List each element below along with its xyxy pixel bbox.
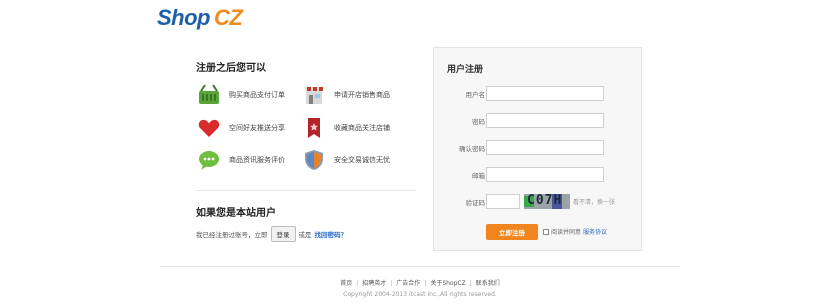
benefit-text: 申请开店销售商品 [334,91,390,99]
register-panel: 用户注册 用户名 密码 确认密码 邮箱 验证码 C07H 看不清，换一张 立即注… [433,47,642,251]
section-divider [196,190,416,191]
captcha-input[interactable] [486,194,520,209]
benefit-item-review: 商品资讯服务评价 [197,148,285,172]
member-login-line: 我已经注册过账号，立即 登录 或是 找回密码？ [196,226,347,242]
agree-checkbox[interactable] [543,228,549,235]
footer-divider [160,266,680,267]
password-row: 密码 [434,113,643,129]
captcha-image-text: C07H [527,194,563,208]
benefit-text: 空间好友推送分享 [229,124,285,132]
username-label: 用户名 [465,91,486,99]
member-prefix-text: 我已经注册过账号，立即 [196,231,268,239]
footer-link-jobs[interactable]: 招聘英才 [362,280,386,287]
captcha-refresh-link[interactable]: 看不清，换一张 [573,197,615,206]
register-title: 用户注册 [447,65,484,75]
benefit-text: 商品资讯服务评价 [229,156,285,164]
member-middle-text: 或是 [298,231,312,239]
chat-icon [199,151,219,170]
confirm-password-input[interactable] [486,140,604,155]
agree-terms: 阅读并同意 服务协议 [543,227,607,236]
benefit-text: 收藏商品关注店铺 [334,124,390,132]
forgot-password-link[interactable]: 找回密码？ [315,229,348,239]
username-input[interactable] [486,86,604,101]
confirm-password-row: 确认密码 [434,140,643,156]
captcha-label: 验证码 [465,199,486,207]
footer-separator: | [390,280,393,287]
footer-link-about[interactable]: 关于ShopCZ [430,280,465,287]
shield-icon [305,150,323,170]
logo-shop-text: Shop [157,5,211,30]
benefit-item-share: 空间好友推送分享 [197,116,285,140]
footer-separator: | [424,280,427,287]
footer-link-contact[interactable]: 联系我们 [476,280,500,287]
footer-separator: | [356,280,359,287]
register-submit-button[interactable]: 立即注册 [486,224,538,240]
benefit-item-security: 安全交易诚信无忧 [302,148,390,172]
email-label: 邮箱 [472,172,485,180]
site-logo[interactable]: Shop CZ [157,5,243,33]
logo-cz-text: CZ [214,5,243,30]
email-row: 邮箱 [434,167,643,183]
basket-icon [199,84,219,104]
benefits-title: 注册之后您可以 [196,63,266,74]
footer-link-ads[interactable]: 广告合作 [396,280,420,287]
login-button[interactable]: 登录 [270,226,296,242]
bookmark-icon [308,118,320,138]
benefit-text: 安全交易诚信无忧 [334,156,390,164]
email-input[interactable] [486,167,604,182]
captcha-image[interactable]: C07H [524,194,570,209]
benefit-item-favorite: 收藏商品关注店铺 [302,116,390,140]
service-agreement-link[interactable]: 服务协议 [583,227,607,236]
confirm-password-label: 确认密码 [459,145,485,153]
benefit-item-buy: 购买商品支付订单 [197,83,285,107]
member-title: 如果您是本站用户 [196,208,276,219]
footer-links: 首页 | 招聘英才 | 广告合作 | 关于ShopCZ | 联系我们 [0,278,840,287]
store-icon [305,87,323,104]
footer-separator: | [469,280,472,287]
password-input[interactable] [486,113,604,128]
benefit-item-store: 申请开店销售商品 [302,83,390,107]
heart-icon [198,119,220,137]
username-row: 用户名 [434,86,643,102]
footer-link-home[interactable]: 首页 [340,280,352,287]
copyright-text: Copyright 2004-2013 itcast Inc.,All righ… [343,291,497,298]
agree-text: 阅读并同意 [551,229,582,236]
password-label: 密码 [472,118,485,126]
captcha-row: 验证码 C07H 看不清，换一张 [434,194,643,210]
benefit-text: 购买商品支付订单 [229,91,285,99]
